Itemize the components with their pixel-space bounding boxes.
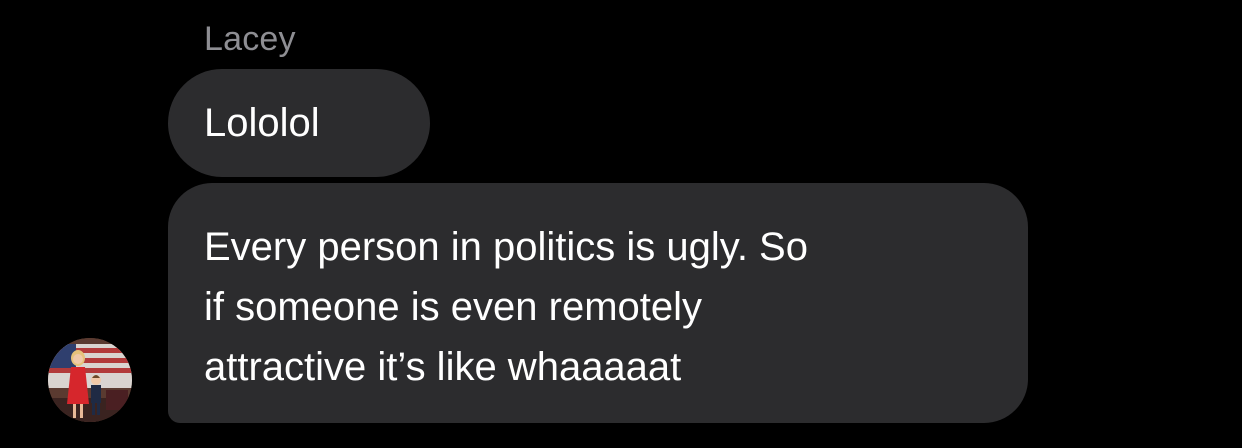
message-bubble[interactable]: Lololol <box>168 69 430 177</box>
message-text-line: if someone is even remotely <box>204 285 703 329</box>
sender-avatar[interactable] <box>48 338 132 422</box>
message-text: Lololol <box>204 101 320 145</box>
contact-photo-icon <box>48 338 132 422</box>
message-text-line: attractive it’s like whaaaaat <box>204 345 682 389</box>
sender-name: Lacey <box>204 20 296 58</box>
message-text-line: Every person in politics is ugly. So <box>204 225 808 269</box>
message-bubble[interactable]: Every person in politics is ugly. So if … <box>168 183 1028 423</box>
